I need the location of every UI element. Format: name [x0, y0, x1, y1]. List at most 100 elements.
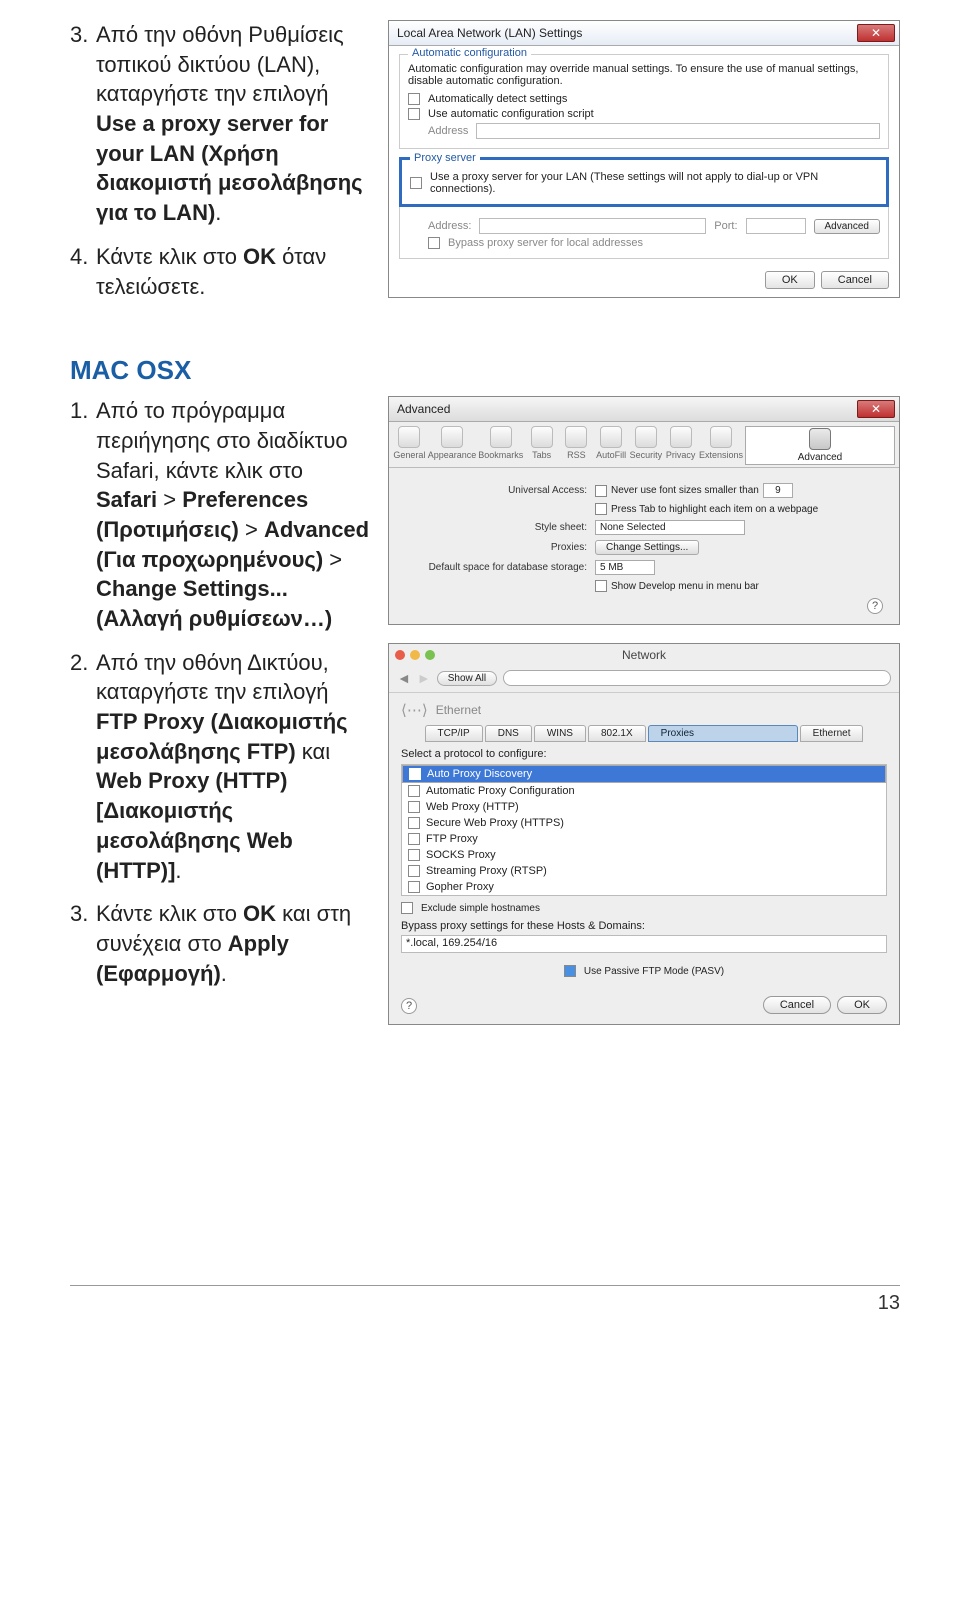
safari-close-button[interactable]: ✕ — [857, 400, 895, 418]
pref-tab-autofill[interactable]: AutoFill — [595, 426, 628, 465]
step3-bold: Use a proxy server for your LAN (Χρήση δ… — [96, 111, 363, 225]
m2-d: . — [175, 858, 181, 883]
auto-detect-label: Automatically detect settings — [428, 93, 567, 105]
m3-b1: OK — [243, 901, 276, 926]
step4-number: 4. — [70, 242, 96, 301]
pref-tab-extensions[interactable]: Extensions — [699, 426, 743, 465]
ethernet-icon: ⟨⋯⟩ — [401, 701, 428, 719]
m1-e: > — [329, 547, 342, 572]
bypass-hosts-input[interactable]: *.local, 169.254/16 — [401, 935, 887, 953]
change-settings-button[interactable]: Change Settings... — [595, 540, 699, 555]
pref-tab-security[interactable]: Security — [630, 426, 663, 465]
network-cancel-button[interactable]: Cancel — [763, 996, 831, 1014]
m1-c: > — [163, 487, 182, 512]
proto-web-http[interactable]: Web Proxy (HTTP) — [402, 799, 886, 815]
proxy-advanced-button[interactable]: Advanced — [814, 219, 880, 234]
page-number: 13 — [70, 1285, 900, 1315]
bypass-local-checkbox[interactable] — [428, 237, 440, 249]
pref-tab-bookmarks[interactable]: Bookmarks — [478, 426, 523, 465]
m1-b1: Safari — [96, 487, 157, 512]
m1-d: > — [245, 517, 264, 542]
stylesheet-select[interactable]: None Selected — [595, 520, 745, 535]
tab-proxies[interactable]: Proxies — [648, 725, 798, 742]
bypass-local-label: Bypass proxy server for local addresses — [448, 237, 643, 249]
press-tab-checkbox[interactable] — [595, 503, 607, 515]
network-title: Network — [440, 648, 848, 662]
network-ok-button[interactable]: OK — [837, 996, 887, 1014]
protocol-list: Auto Proxy Discovery Automatic Proxy Con… — [401, 764, 887, 896]
lan-title: Local Area Network (LAN) Settings — [397, 26, 582, 40]
pasv-label: Use Passive FTP Mode (PASV) — [584, 966, 724, 977]
db-label: Default space for database storage: — [405, 562, 595, 573]
autoconf-legend: Automatic configuration — [408, 47, 531, 59]
auto-script-label: Use automatic configuration script — [428, 108, 594, 120]
proto-gopher[interactable]: Gopher Proxy — [402, 879, 886, 895]
proxy-legend: Proxy server — [410, 152, 480, 164]
proxy-port-input[interactable] — [746, 218, 806, 234]
lan-ok-button[interactable]: OK — [765, 271, 815, 289]
show-all-button[interactable]: Show All — [437, 671, 497, 686]
tab-dns[interactable]: DNS — [485, 725, 532, 742]
m1-a: Από το πρόγραμμα περιήγησης στο διαδίκτυ… — [96, 398, 348, 482]
tab-tcpip[interactable]: TCP/IP — [425, 725, 483, 742]
universal-access-label: Universal Access: — [405, 485, 595, 496]
m1-number: 1. — [70, 396, 96, 634]
safari-advanced-dialog: Advanced ✕ General Appearance Bookmarks … — [388, 396, 900, 625]
auto-script-checkbox[interactable] — [408, 108, 420, 120]
auto-detect-checkbox[interactable] — [408, 93, 420, 105]
pref-tab-privacy[interactable]: Privacy — [664, 426, 697, 465]
proto-https[interactable]: Secure Web Proxy (HTTPS) — [402, 815, 886, 831]
stylesheet-label: Style sheet: — [405, 522, 595, 533]
lan-cancel-button[interactable]: Cancel — [821, 271, 889, 289]
instructions-mac: 1. Από το πρόγραμμα περιήγησης στο διαδί… — [70, 396, 370, 1002]
help-icon[interactable]: ? — [867, 598, 883, 614]
proto-auto-discovery[interactable]: Auto Proxy Discovery — [402, 765, 886, 783]
autoconf-address-label: Address — [428, 125, 468, 137]
tab-ethernet[interactable]: Ethernet — [800, 725, 864, 742]
lan-settings-dialog: Local Area Network (LAN) Settings ✕ Auto… — [388, 20, 900, 298]
pasv-checkbox[interactable] — [564, 965, 576, 977]
use-proxy-checkbox[interactable] — [410, 177, 422, 189]
m1-b4: Change Settings... (Αλλαγή ρυθμίσεων…) — [96, 576, 332, 631]
nav-back-icon[interactable]: ◄ — [397, 670, 411, 686]
safari-advanced-title: Advanced — [397, 402, 450, 416]
bypass-hosts-label: Bypass proxy settings for these Hosts & … — [401, 920, 887, 932]
macosx-heading: MAC OSX — [70, 355, 900, 386]
proto-auto-config[interactable]: Automatic Proxy Configuration — [402, 783, 886, 799]
exclude-simple-checkbox[interactable] — [401, 902, 413, 914]
pref-tab-appearance[interactable]: Appearance — [428, 426, 477, 465]
autoconf-address-input[interactable] — [476, 123, 880, 139]
nav-fwd-icon[interactable]: ► — [417, 670, 431, 686]
traffic-zoom-icon[interactable] — [425, 650, 435, 660]
traffic-min-icon[interactable] — [410, 650, 420, 660]
pref-tab-advanced[interactable]: Advanced — [745, 426, 895, 465]
pref-tab-tabs[interactable]: Tabs — [525, 426, 558, 465]
proxy-port-label: Port: — [714, 220, 737, 232]
tab-wins[interactable]: WINS — [534, 725, 586, 742]
close-button[interactable]: ✕ — [857, 24, 895, 42]
m2-c: και — [302, 739, 330, 764]
ua-font-size[interactable]: 9 — [763, 483, 793, 498]
network-help-icon[interactable]: ? — [401, 998, 417, 1014]
press-tab-label: Press Tab to highlight each item on a we… — [611, 504, 818, 515]
step3-number: 3. — [70, 20, 96, 228]
develop-menu-checkbox[interactable] — [595, 580, 607, 592]
m3-d: . — [221, 961, 227, 986]
tab-8021x[interactable]: 802.1X — [588, 725, 646, 742]
proto-rtsp[interactable]: Streaming Proxy (RTSP) — [402, 863, 886, 879]
ua-font-checkbox[interactable] — [595, 485, 607, 497]
pref-tab-rss[interactable]: RSS — [560, 426, 593, 465]
use-proxy-label: Use a proxy server for your LAN (These s… — [430, 171, 878, 195]
ua-font-label: Never use font sizes smaller than — [611, 485, 759, 496]
protocol-label: Select a protocol to configure: — [401, 748, 887, 760]
proto-ftp[interactable]: FTP Proxy — [402, 831, 886, 847]
pref-tab-general[interactable]: General — [393, 426, 426, 465]
ethernet-label: Ethernet — [436, 703, 481, 717]
step3-text-a: Από την οθόνη Ρυθμίσεις τοπικού δικτύου … — [96, 22, 344, 106]
exclude-simple-label: Exclude simple hostnames — [421, 903, 540, 914]
proxy-address-input[interactable] — [479, 218, 706, 234]
proto-socks[interactable]: SOCKS Proxy — [402, 847, 886, 863]
db-size-select[interactable]: 5 MB — [595, 560, 655, 575]
traffic-close-icon[interactable] — [395, 650, 405, 660]
search-input[interactable] — [503, 670, 891, 686]
